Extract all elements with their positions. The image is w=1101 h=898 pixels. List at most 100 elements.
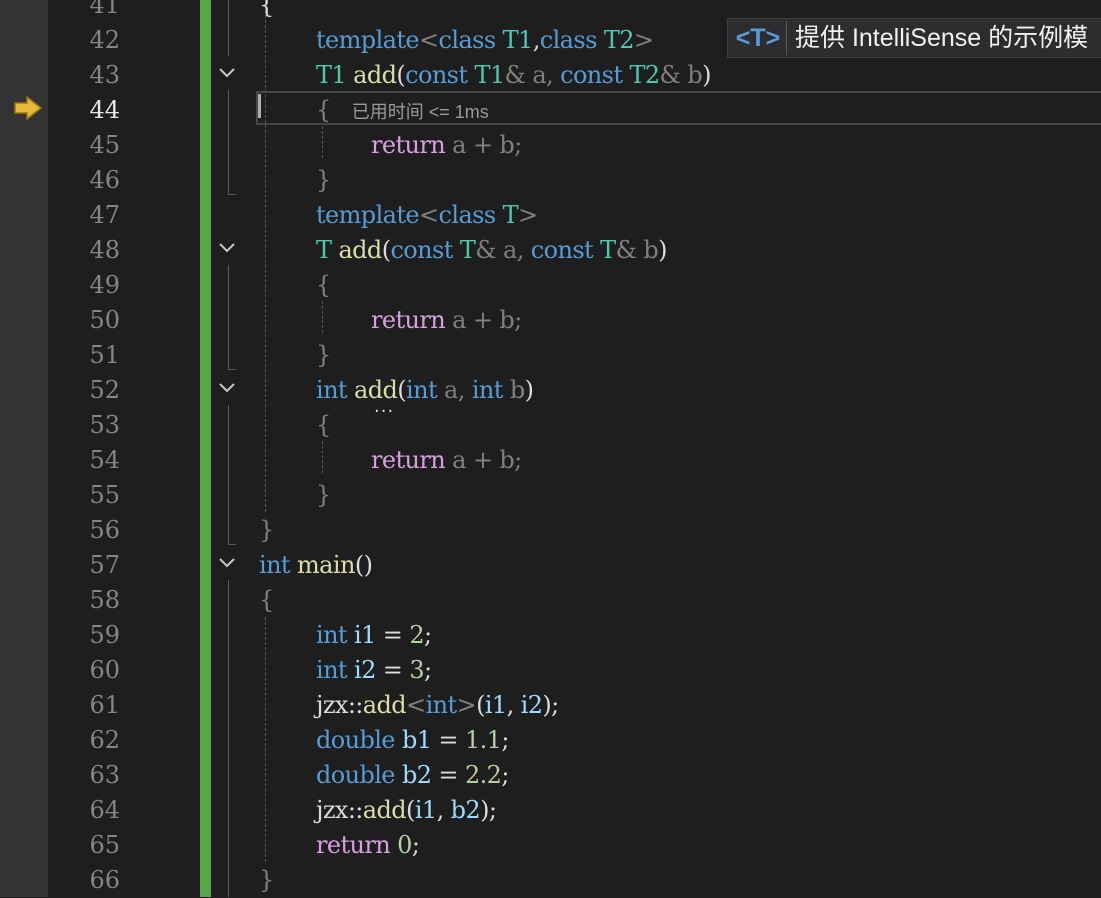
brace: } bbox=[259, 866, 274, 894]
punct: , bbox=[436, 796, 451, 824]
type-param: T bbox=[459, 236, 476, 264]
operator: = bbox=[375, 656, 410, 684]
brace: { bbox=[316, 411, 331, 439]
namespace: jzx:: bbox=[316, 796, 363, 824]
code-line[interactable]: return a + b; bbox=[371, 303, 522, 338]
outline-guide bbox=[228, 265, 229, 370]
quick-action-ellipsis[interactable]: ... bbox=[374, 396, 394, 417]
punct: ; bbox=[501, 761, 509, 789]
punct: < bbox=[419, 26, 439, 54]
number: 2.2 bbox=[464, 761, 502, 789]
punct: () bbox=[354, 551, 373, 579]
outline-guide bbox=[228, 0, 229, 56]
code-line[interactable]: { bbox=[316, 268, 331, 303]
function-name: add bbox=[362, 796, 407, 824]
line-number: 63 bbox=[89, 761, 120, 789]
punct: > bbox=[518, 201, 538, 229]
line-number: 58 bbox=[89, 586, 120, 614]
keyword: const bbox=[405, 61, 468, 89]
indicator-margin[interactable] bbox=[0, 0, 48, 897]
text-caret bbox=[258, 94, 261, 118]
code-line[interactable]: int i1 = 2; bbox=[316, 618, 432, 653]
variable: i1 bbox=[414, 796, 437, 824]
punct: > bbox=[633, 26, 654, 54]
outline-guide bbox=[228, 194, 236, 195]
code-line[interactable]: { bbox=[316, 408, 331, 443]
line-number: 43 bbox=[89, 61, 120, 89]
line-number: 52 bbox=[89, 376, 120, 404]
perf-tip[interactable]: 已用时间 <= 1ms bbox=[352, 102, 489, 122]
collapse-chevron-icon[interactable] bbox=[217, 556, 237, 570]
code-line[interactable]: } bbox=[316, 478, 331, 513]
keyword-return: return bbox=[371, 131, 446, 159]
code-line[interactable]: template<class T1,class T2> bbox=[316, 23, 654, 58]
brace: } bbox=[316, 341, 331, 369]
code-line[interactable]: double b1 = 1.1; bbox=[316, 723, 509, 758]
brace: } bbox=[316, 481, 331, 509]
punct: , bbox=[506, 691, 521, 719]
punct: ); bbox=[542, 691, 559, 719]
line-number: 53 bbox=[89, 411, 120, 439]
brace: } bbox=[259, 516, 274, 544]
number: 0 bbox=[397, 831, 412, 859]
operator: = bbox=[431, 726, 465, 754]
type-param: T1 bbox=[474, 61, 505, 89]
keyword: class bbox=[539, 26, 598, 54]
code-line[interactable]: } bbox=[259, 513, 274, 548]
code-line[interactable]: T add(const T& a, const T& b) bbox=[316, 233, 667, 268]
punct: ) bbox=[524, 376, 534, 404]
code-line[interactable]: return a + b; bbox=[371, 128, 522, 163]
type-param: T bbox=[316, 236, 332, 264]
keyword: const bbox=[530, 236, 594, 264]
keyword-return: return bbox=[316, 831, 391, 859]
code-line[interactable]: { bbox=[259, 0, 274, 23]
line-number: 51 bbox=[89, 341, 120, 369]
operator: = bbox=[431, 761, 465, 789]
variable: b2 bbox=[450, 796, 481, 824]
line-number: 45 bbox=[89, 131, 120, 159]
type-param: T1 bbox=[316, 61, 347, 89]
outline-guide bbox=[228, 580, 229, 897]
collapse-chevron-icon[interactable] bbox=[217, 66, 237, 80]
number: 1.1 bbox=[464, 726, 502, 754]
code-line[interactable]: } bbox=[316, 338, 331, 373]
code-line[interactable]: return a + b; bbox=[371, 443, 522, 478]
code-line[interactable]: } bbox=[316, 163, 331, 198]
code-line[interactable]: int add(int a, int b) bbox=[316, 373, 534, 408]
type-param: T2 bbox=[603, 26, 635, 54]
execution-arrow-icon bbox=[14, 95, 43, 121]
code-line[interactable]: jzx::add<int>(i1, i2); bbox=[316, 688, 559, 723]
code-line[interactable]: int main() bbox=[259, 548, 373, 583]
brace: } bbox=[316, 166, 331, 194]
line-number: 54 bbox=[89, 446, 120, 474]
number: 2 bbox=[409, 621, 425, 649]
function-name: add bbox=[362, 691, 407, 719]
variable: b1 bbox=[401, 726, 432, 754]
code-line[interactable]: } bbox=[259, 863, 274, 898]
keyword: int bbox=[316, 376, 348, 404]
punct: ); bbox=[480, 796, 497, 824]
code-line[interactable]: T1 add(const T1& a, const T2& b) bbox=[316, 58, 711, 93]
punct: ( bbox=[396, 61, 406, 89]
indent-guide bbox=[322, 441, 323, 473]
code-line[interactable]: template<class T> bbox=[316, 198, 538, 233]
code-line[interactable]: { bbox=[259, 583, 274, 618]
keyword: double bbox=[316, 726, 396, 754]
operator: = bbox=[375, 621, 410, 649]
collapse-chevron-icon[interactable] bbox=[217, 241, 237, 255]
collapse-chevron-icon[interactable] bbox=[217, 381, 237, 395]
function-name: add bbox=[353, 61, 397, 89]
code-line[interactable]: double b2 = 2.2; bbox=[316, 758, 509, 793]
code-line[interactable]: jzx::add(i1, b2); bbox=[316, 793, 497, 828]
code-line[interactable]: { 已用时间 <= 1ms bbox=[316, 93, 489, 128]
param: & b bbox=[659, 61, 703, 89]
intellisense-template-hint[interactable]: <T> 提供 IntelliSense 的示例模 bbox=[727, 18, 1101, 58]
code-line[interactable]: return 0; bbox=[316, 828, 420, 863]
brace: { bbox=[316, 96, 331, 124]
punct: ( bbox=[406, 796, 415, 824]
line-number: 64 bbox=[89, 796, 120, 824]
punct: ( bbox=[476, 691, 485, 719]
punct: ) bbox=[702, 61, 711, 89]
indent-guide bbox=[265, 617, 266, 862]
code-line[interactable]: int i2 = 3; bbox=[316, 653, 432, 688]
